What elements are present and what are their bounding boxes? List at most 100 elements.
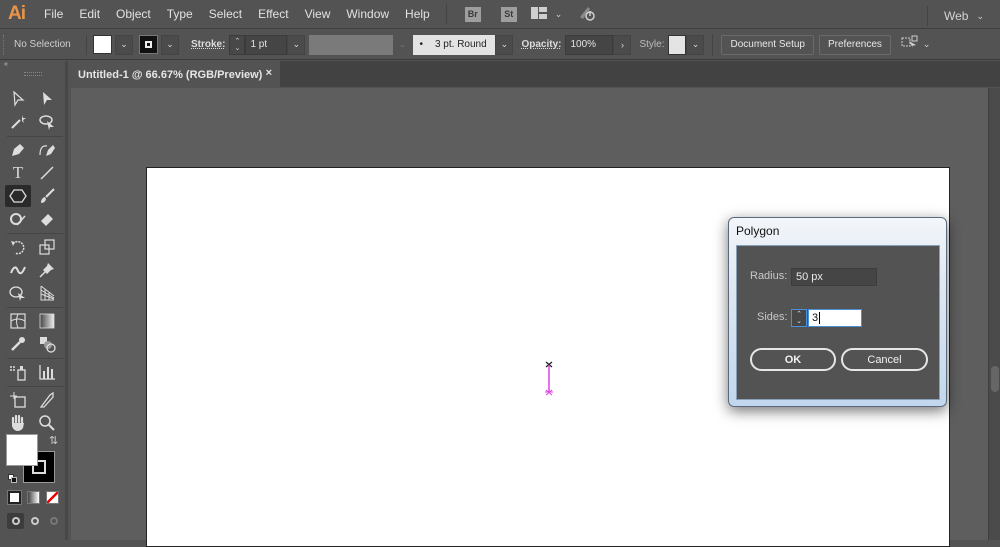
document-tab[interactable]: Untitled-1 @ 66.67% (RGB/Preview) × — [70, 61, 280, 88]
line-segment-tool[interactable] — [34, 162, 60, 184]
scale-tool[interactable] — [34, 236, 60, 258]
hand-tool[interactable] — [5, 412, 31, 434]
variable-width-dropdown: ⌄ — [398, 39, 407, 49]
menu-edit[interactable]: Edit — [71, 7, 108, 21]
control-bar: No Selection ⌄ ⌄ Stroke: ⌃ ⌄ 1 pt ⌄ ⌄ • 3 … — [0, 30, 1000, 60]
menu-window[interactable]: Window — [338, 7, 397, 21]
cancel-button[interactable]: Cancel — [841, 348, 928, 371]
stroke-weight-input[interactable]: 1 pt — [245, 34, 288, 55]
magic-wand-tool[interactable] — [5, 111, 31, 133]
menu-effect[interactable]: Effect — [250, 7, 296, 21]
variable-width-profile — [309, 34, 394, 55]
shape-builder-tool[interactable] — [5, 282, 31, 304]
column-graph-tool[interactable] — [34, 361, 60, 383]
text-caret — [819, 312, 821, 324]
curvature-tool[interactable] — [34, 139, 60, 161]
fill-color-box[interactable] — [6, 434, 38, 466]
workspace-switcher[interactable]: Web ⌄ — [919, 6, 984, 26]
blend-tool[interactable] — [34, 333, 60, 355]
draw-behind-button[interactable] — [26, 513, 43, 529]
close-tab-icon[interactable]: × — [266, 67, 272, 79]
type-tool[interactable]: T — [5, 162, 31, 184]
paintbrush-tool[interactable] — [34, 185, 60, 207]
mesh-tool[interactable] — [5, 310, 31, 332]
stroke-color-dropdown[interactable]: ⌄ — [161, 34, 179, 55]
polygon-tool[interactable] — [5, 185, 31, 207]
eraser-icon — [41, 214, 53, 226]
none-mode-button[interactable] — [46, 491, 59, 504]
ok-button[interactable]: OK — [750, 348, 836, 371]
vertical-scrollbar[interactable] — [988, 88, 1000, 540]
perspective-grid-tool[interactable] — [34, 282, 60, 304]
gradient-mode-button[interactable] — [27, 491, 40, 504]
curvature-pen-icon — [39, 145, 55, 156]
direct-selection-arrow-icon — [43, 92, 52, 105]
default-fill-stroke-icon[interactable] — [8, 474, 18, 484]
sides-stepper[interactable]: ⌃ ⌄ — [791, 309, 807, 327]
symbol-sprayer-tool[interactable] — [5, 361, 31, 383]
collapse-panel-icon[interactable]: « — [0, 61, 65, 69]
panel-grip[interactable] — [3, 34, 7, 55]
arrange-documents-icon[interactable] — [530, 6, 547, 22]
opacity-expand-button[interactable]: › — [613, 34, 632, 55]
pen-tool[interactable] — [5, 139, 31, 161]
menu-type[interactable]: Type — [159, 7, 201, 21]
brush-dropdown[interactable]: ⌄ — [495, 34, 514, 55]
artboard-tool[interactable] — [5, 389, 31, 411]
gpu-performance-icon[interactable] — [578, 5, 596, 24]
tools-panel-grip[interactable] — [0, 69, 65, 79]
swap-fill-stroke-icon[interactable]: ⇅ — [49, 434, 58, 447]
gradient-tool[interactable] — [34, 310, 60, 332]
sides-input[interactable]: 3 — [808, 309, 862, 327]
fill-dropdown[interactable]: ⌄ — [115, 34, 133, 55]
magic-wand-icon — [11, 115, 26, 129]
direct-selection-tool[interactable] — [34, 88, 60, 110]
chevron-down-icon[interactable]: ⌄ — [923, 39, 931, 50]
color-mode-button[interactable] — [7, 490, 22, 505]
magnifier-icon — [39, 415, 55, 431]
rotate-tool[interactable] — [5, 236, 31, 258]
hexagon-icon — [9, 189, 27, 203]
menu-bar: Ai File Edit Object Type Select Effect V… — [0, 0, 1000, 29]
slice-tool[interactable] — [34, 389, 60, 411]
scrollbar-thumb[interactable] — [991, 366, 999, 392]
stroke-weight-stepper[interactable]: ⌃ ⌄ — [229, 34, 246, 55]
eyedropper-tool[interactable] — [5, 333, 31, 355]
opacity-input[interactable]: 100% — [565, 34, 614, 55]
fill-swatch[interactable] — [93, 35, 112, 54]
width-tool[interactable] — [5, 259, 31, 281]
shaper-tool[interactable] — [5, 208, 31, 230]
menu-help[interactable]: Help — [397, 7, 438, 21]
zoom-tool[interactable] — [34, 412, 60, 434]
menu-view[interactable]: View — [297, 7, 339, 21]
bridge-button[interactable]: Br — [464, 6, 481, 22]
puppet-warp-tool[interactable] — [34, 259, 60, 281]
graphic-style-swatch[interactable] — [668, 34, 687, 55]
document-setup-button[interactable]: Document Setup — [721, 34, 814, 55]
document-tab-title: Untitled-1 @ 66.67% (RGB/Preview) — [78, 68, 263, 81]
brush-definition[interactable]: • 3 pt. Round — [413, 34, 496, 55]
menu-object[interactable]: Object — [108, 7, 159, 21]
stroke-swatch[interactable] — [139, 35, 158, 54]
opacity-label[interactable]: Opacity: — [521, 39, 561, 50]
selection-options-icon[interactable] — [901, 35, 919, 54]
selection-tool[interactable] — [5, 88, 31, 110]
artboard-icon — [10, 392, 26, 408]
radius-input[interactable]: 50 px — [791, 268, 877, 286]
eraser-tool[interactable] — [34, 208, 60, 230]
lasso-tool[interactable] — [34, 111, 60, 133]
draw-normal-button[interactable] — [7, 513, 24, 529]
graphic-style-dropdown[interactable]: ⌄ — [686, 34, 705, 55]
tool-divider — [7, 233, 63, 234]
chevron-down-icon[interactable]: ⌄ — [555, 9, 563, 20]
menu-select[interactable]: Select — [201, 7, 250, 21]
style-label: Style: — [639, 39, 665, 50]
menu-file[interactable]: File — [36, 7, 71, 21]
gradient-icon — [39, 313, 55, 329]
stroke-label[interactable]: Stroke: — [191, 39, 225, 50]
draw-normal-icon — [11, 517, 20, 525]
stroke-weight-dropdown[interactable]: ⌄ — [287, 34, 306, 55]
stock-button[interactable]: St — [500, 6, 517, 22]
preferences-button[interactable]: Preferences — [818, 34, 891, 55]
tools-panel: « T ⇅ — [0, 61, 68, 540]
